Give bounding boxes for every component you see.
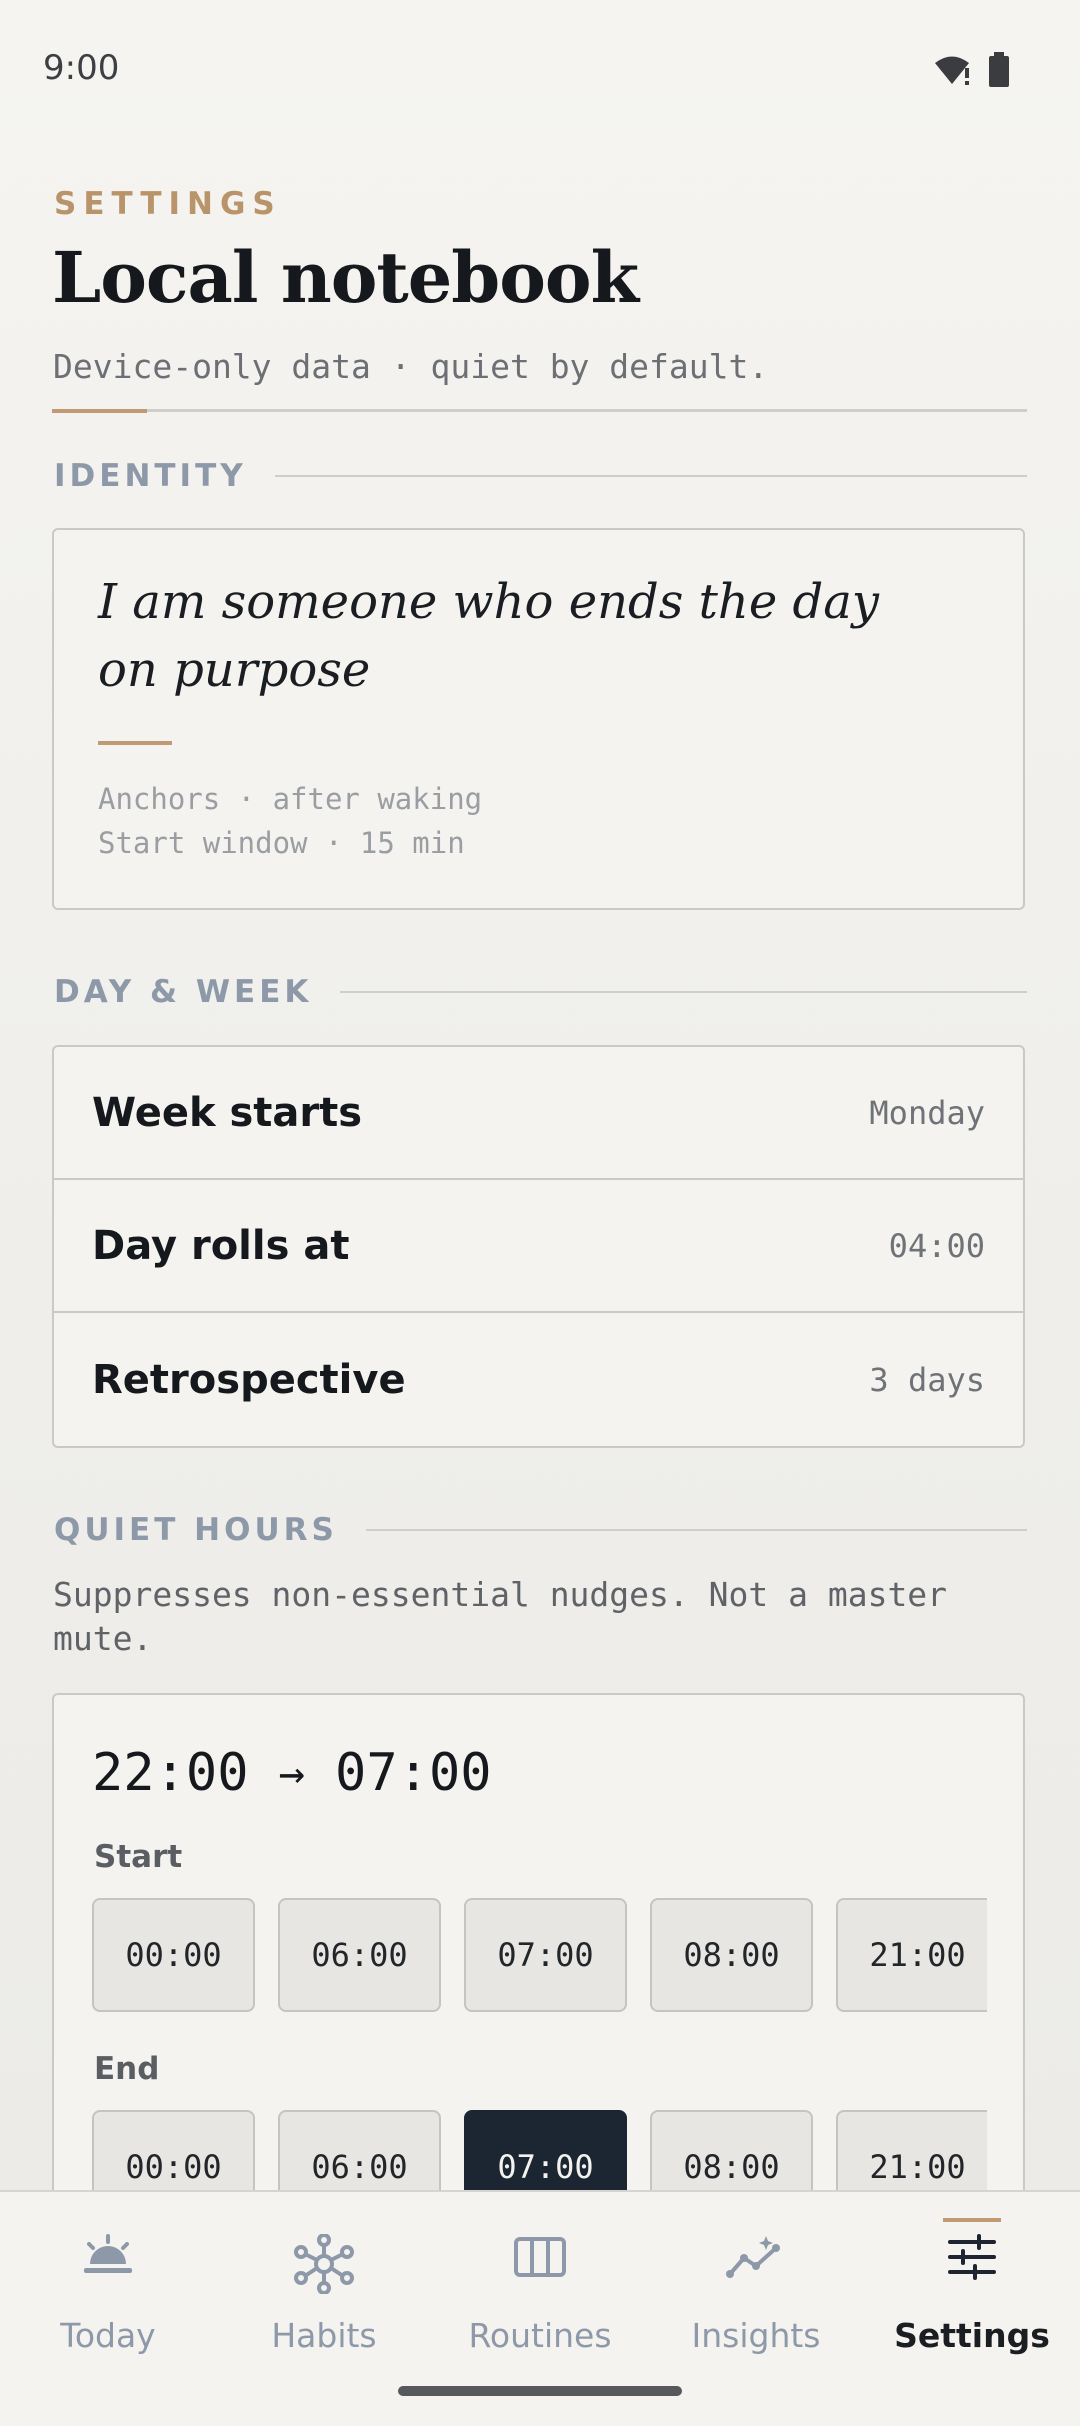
start-time-chips[interactable]: 00:00 06:00 07:00 08:00 21:00 — [92, 1898, 987, 2018]
setting-label: Week starts — [92, 1089, 363, 1136]
tab-routines[interactable]: Routines — [432, 2192, 648, 2382]
start-chip[interactable]: 06:00 — [278, 1898, 441, 2012]
wifi-alert-icon — [934, 54, 974, 90]
section-line — [274, 475, 1027, 477]
start-chip[interactable]: 08:00 — [650, 1898, 813, 2012]
header-divider-accent — [52, 409, 147, 413]
header-divider — [52, 409, 1027, 412]
identity-start-window: Start window · 15 min — [98, 826, 465, 860]
identity-statement: I am someone who ends the day on purpose — [98, 574, 879, 698]
tab-label: Insights — [691, 2316, 821, 2355]
quiet-hours-card: 22:00 → 07:00 Start 00:00 06:00 07:00 08… — [52, 1693, 1025, 2253]
arrow-right-icon: → — [278, 1747, 306, 1799]
tab-settings[interactable]: Settings — [864, 2192, 1080, 2382]
section-label: IDENTITY — [54, 458, 247, 494]
section-label: QUIET HOURS — [54, 1512, 338, 1548]
tab-label: Settings — [894, 2316, 1050, 2355]
setting-row-day-rolls[interactable]: Day rolls at 04:00 — [54, 1180, 1023, 1313]
quiet-hours-description: Suppresses non-essential nudges. Not a m… — [53, 1575, 948, 1658]
start-label: Start — [94, 1839, 183, 1875]
setting-value: 3 days — [869, 1360, 985, 1399]
quiet-start-time: 22:00 — [92, 1743, 249, 1803]
status-bar: 9:00 — [0, 0, 1080, 140]
tab-label: Today — [60, 2316, 156, 2355]
network-icon — [294, 2233, 354, 2298]
setting-value: Monday — [869, 1093, 985, 1132]
quiet-hours-range: 22:00 → 07:00 — [92, 1743, 492, 1803]
status-icons — [934, 52, 1010, 92]
start-chip[interactable]: 07:00 — [464, 1898, 627, 2012]
battery-icon — [988, 52, 1010, 92]
section-line — [365, 1529, 1027, 1531]
quiet-end-time: 07:00 — [335, 1743, 492, 1803]
section-identity-header: IDENTITY — [54, 458, 1027, 494]
setting-row-retrospective[interactable]: Retrospective 3 days — [54, 1313, 1023, 1446]
tab-label: Habits — [271, 2316, 377, 2355]
end-label: End — [94, 2051, 160, 2087]
setting-row-week-starts[interactable]: Week starts Monday — [54, 1047, 1023, 1180]
start-chip[interactable]: 21:00 — [836, 1898, 987, 2012]
identity-anchors: Anchors · after waking — [98, 782, 483, 816]
section-label: DAY & WEEK — [54, 974, 313, 1010]
identity-accent-rule — [98, 741, 172, 745]
home-indicator[interactable] — [398, 2386, 682, 2396]
tab-habits[interactable]: Habits — [216, 2192, 432, 2382]
tab-label: Routines — [468, 2316, 612, 2355]
section-quiet-header: QUIET HOURS — [54, 1512, 1027, 1548]
tab-insights[interactable]: Insights — [648, 2192, 864, 2382]
section-line — [340, 991, 1027, 993]
page-eyebrow: SETTINGS — [54, 186, 282, 222]
page-title: Local notebook — [52, 236, 639, 319]
day-week-card: Week starts Monday Day rolls at 04:00 Re… — [52, 1045, 1025, 1448]
columns-icon — [513, 2234, 567, 2284]
setting-value: 04:00 — [888, 1226, 985, 1265]
status-time: 9:00 — [43, 48, 120, 88]
active-tab-indicator — [943, 2218, 1001, 2222]
section-dayweek-header: DAY & WEEK — [54, 974, 1027, 1010]
sunrise-icon — [80, 2234, 136, 2284]
trend-sparkle-icon — [726, 2234, 786, 2284]
setting-label: Retrospective — [92, 1356, 406, 1403]
start-chip[interactable]: 00:00 — [92, 1898, 255, 2012]
tab-today[interactable]: Today — [0, 2192, 216, 2382]
page-subtitle: Device-only data · quiet by default. — [53, 347, 769, 386]
sliders-icon — [947, 2234, 997, 2284]
identity-card[interactable]: I am someone who ends the day on purpose… — [52, 528, 1025, 910]
setting-label: Day rolls at — [92, 1222, 350, 1269]
